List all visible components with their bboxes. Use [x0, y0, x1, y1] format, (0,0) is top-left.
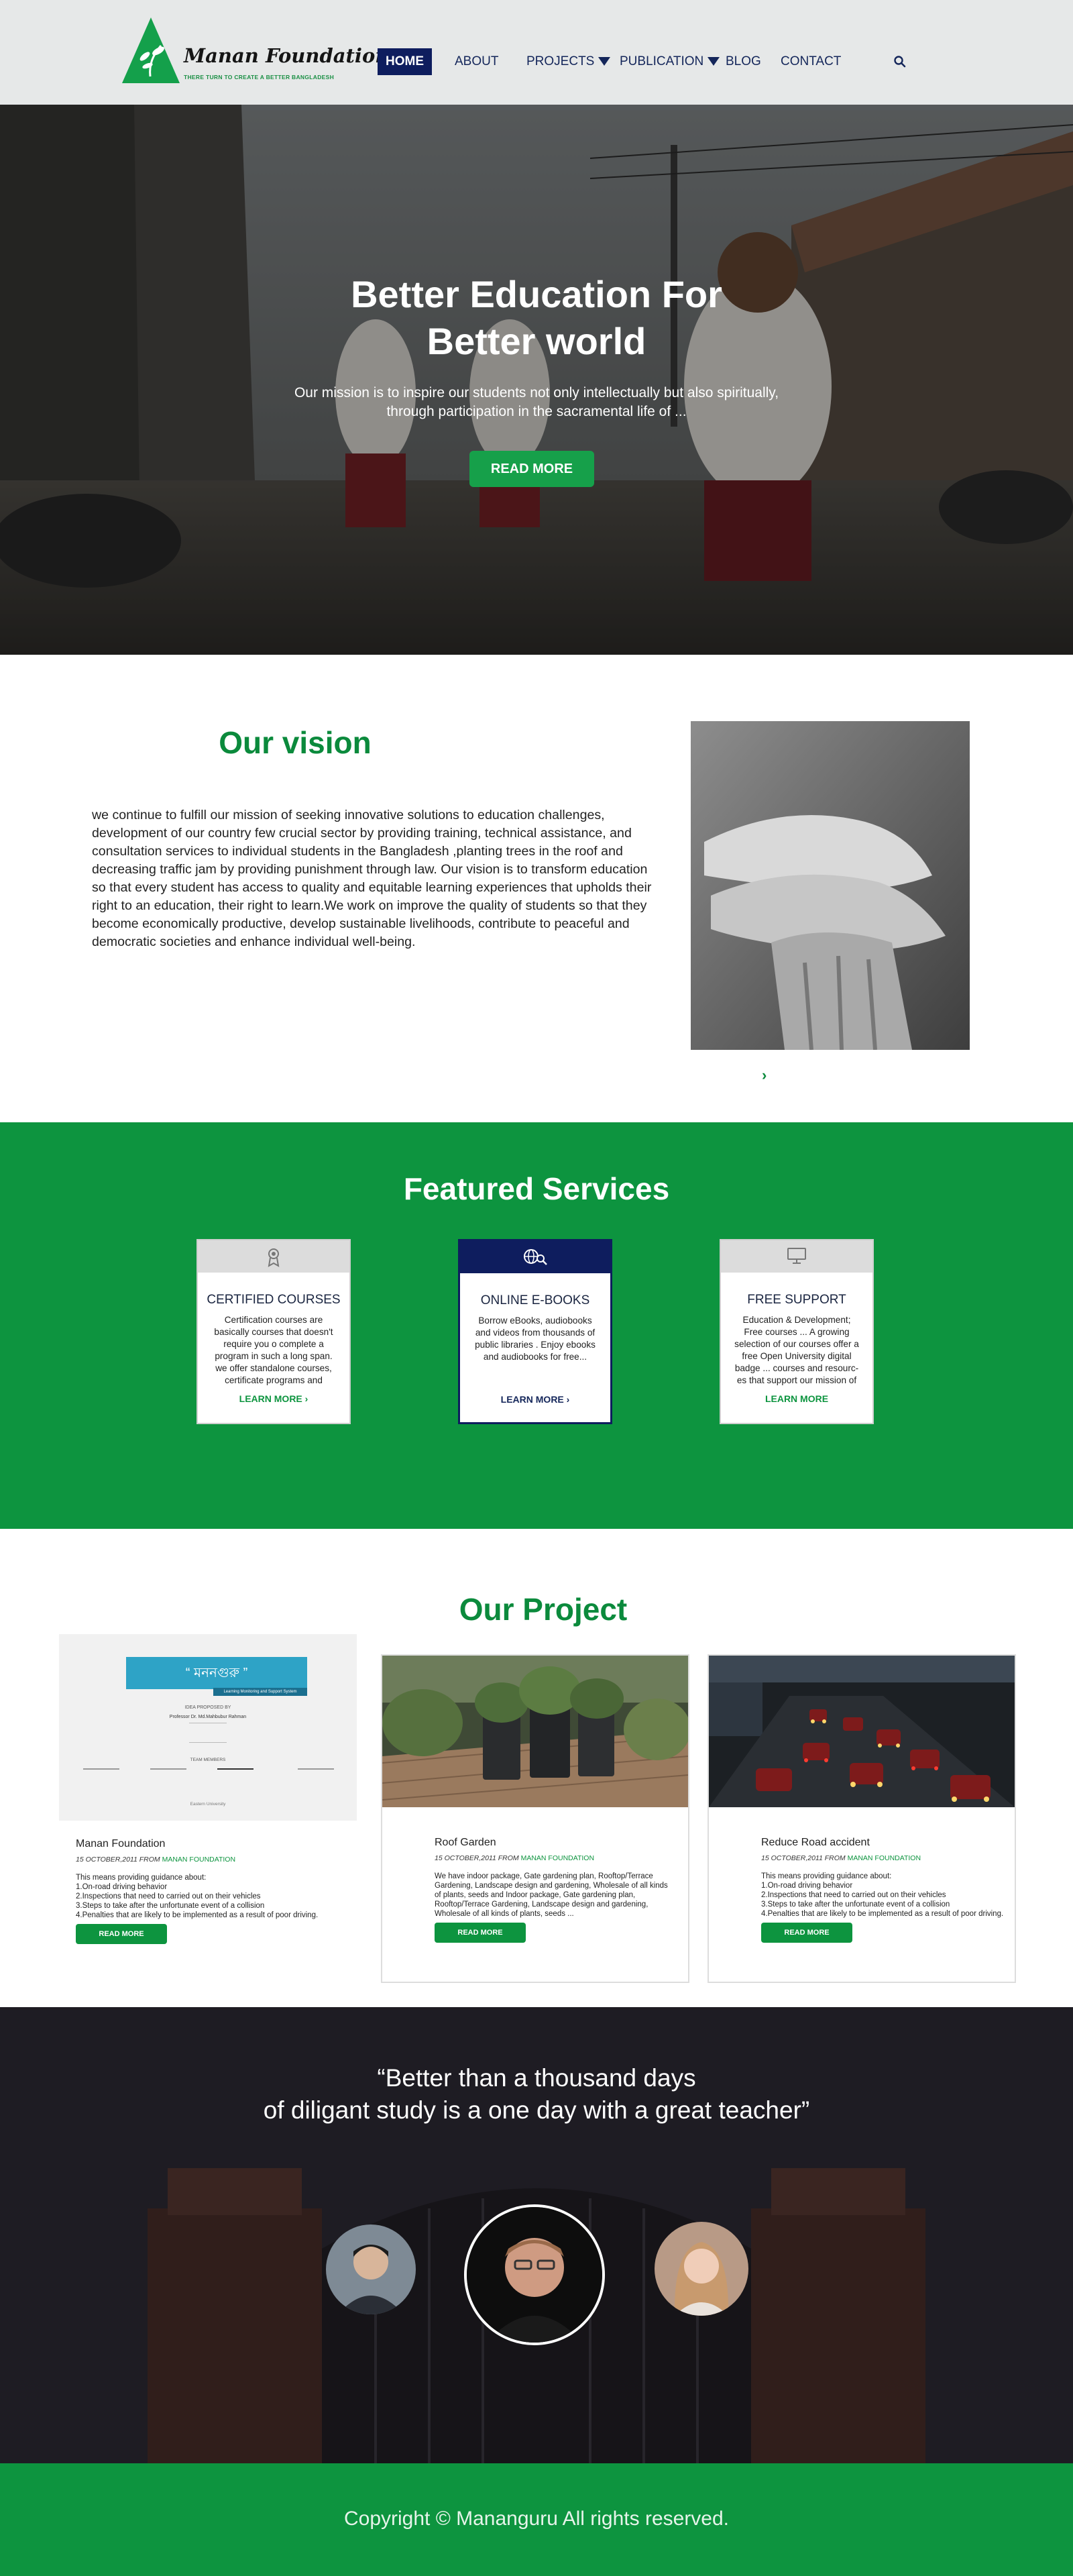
- caret-down-icon: [598, 57, 611, 66]
- search-icon[interactable]: [892, 54, 908, 70]
- chevron-right-icon: ›: [304, 1393, 308, 1404]
- quote-line2: of diligant study is a one day with a gr…: [263, 2096, 810, 2124]
- hero-background-image: [0, 105, 1073, 655]
- service-card-header: [460, 1241, 610, 1273]
- learn-more-label: LEARN MORE: [500, 1394, 564, 1405]
- project-org-link[interactable]: MANAN FOUNDATION: [848, 1854, 921, 1862]
- service-card-title: ONLINE E-BOOKS: [480, 1293, 590, 1307]
- document-member: [217, 1768, 253, 1788]
- logo-tagline: THERE TURN TO CREATE A BETTER BANGLADESH: [184, 74, 335, 80]
- document-divider: [189, 1723, 227, 1743]
- services-title: Featured Services: [403, 1171, 670, 1206]
- project-card-roof-garden: Roof Garden 15 OCTOBER,2011 FROM MANAN F…: [381, 1654, 689, 1983]
- project-description: This means providing guidance about: 1.O…: [761, 1872, 1004, 1918]
- hero-section: Better Education For Better world Our mi…: [0, 105, 1073, 655]
- hero-title-line2: Better world: [427, 320, 646, 362]
- document-banner: “ মননগুরু ”: [126, 1657, 307, 1689]
- document-member: [298, 1768, 334, 1788]
- service-card-ebooks: ONLINE E-BOOKS Borrow eBooks, audiobooks…: [458, 1239, 612, 1424]
- featured-services-section: Featured Services CERTIFIED COURSES Cert…: [0, 1122, 1073, 1529]
- document-member: [83, 1768, 119, 1788]
- avatar-right[interactable]: [655, 2222, 748, 2316]
- quote-line1: “Better than a thousand days: [377, 2064, 696, 2092]
- learn-more-link[interactable]: LEARN MORE ›: [460, 1394, 610, 1405]
- document-member: [150, 1768, 186, 1788]
- site-footer: Copyright © Mananguru All rights reserve…: [0, 2463, 1073, 2576]
- globe-search-icon: [524, 1249, 547, 1265]
- learn-more-label: LEARN MORE: [765, 1393, 829, 1404]
- project-traffic-image: [709, 1656, 1015, 1807]
- service-card-title: FREE SUPPORT: [747, 1293, 846, 1307]
- project-org-link[interactable]: MANAN FOUNDATION: [521, 1854, 594, 1862]
- quote-text: “Better than a thousand days of diligant…: [0, 2062, 1073, 2127]
- project-card-road-accident: Reduce Road accident 15 OCTOBER,2011 FRO…: [708, 1654, 1016, 1983]
- document-professor: Professor Dr. Md.Mahbubur Rahman: [169, 1715, 247, 1719]
- document-members: TEAM MEMBERS: [190, 1758, 226, 1762]
- project-meta: 15 OCTOBER,2011 FROM MANAN FOUNDATION: [761, 1854, 921, 1862]
- service-card-text: Borrow eBooks, audiobooks and videos fro…: [475, 1316, 596, 1362]
- project-card-manan: “ মননগুরু ” Learning Monitoring and Supp…: [59, 1634, 357, 1944]
- project-name: Reduce Road accident: [761, 1837, 870, 1848]
- avatar-left[interactable]: [326, 2224, 416, 2314]
- nav-publication[interactable]: PUBLICATION: [620, 48, 720, 75]
- document-proposed: IDEA PROPOSED BY: [184, 1705, 231, 1710]
- nav-projects-label: PROJECTS: [526, 54, 595, 68]
- monitor-icon: [787, 1248, 806, 1264]
- service-card-support: FREE SUPPORT Education & Development; Fr…: [720, 1239, 874, 1424]
- document-ribbon: Learning Monitoring and Support System: [213, 1688, 307, 1696]
- certificate-icon: [268, 1248, 280, 1267]
- avatar-center[interactable]: [464, 2204, 605, 2345]
- logo-leaf-icon: [122, 17, 180, 83]
- project-document-image: “ মননগুরু ” Learning Monitoring and Supp…: [59, 1634, 357, 1821]
- projects-title: Our Project: [459, 1592, 628, 1627]
- service-card-certified: CERTIFIED COURSES Certification courses …: [196, 1239, 351, 1424]
- project-description: We have indoor package, Gate gardening p…: [435, 1872, 668, 1918]
- learn-more-label: LEARN MORE: [239, 1393, 302, 1404]
- logo-name: Manan Foundation: [184, 44, 390, 67]
- footer-copyright: Copyright © Mananguru All rights reserve…: [343, 2508, 730, 2530]
- service-card-text: Education & Development; Free courses ..…: [734, 1315, 859, 1385]
- project-date: 15 OCTOBER,2011 FROM: [435, 1854, 519, 1862]
- hero-read-more-button[interactable]: READ MORE: [469, 451, 594, 487]
- project-garden-image: [382, 1656, 688, 1807]
- vision-text: we continue to fulfill our mission of se…: [92, 808, 652, 949]
- service-card-header: [721, 1240, 872, 1273]
- chevron-right-icon: ›: [566, 1394, 570, 1405]
- nav-projects[interactable]: PROJECTS: [526, 48, 611, 75]
- learn-more-link[interactable]: LEARN MORE ›: [198, 1393, 349, 1404]
- nav-blog[interactable]: BLOG: [726, 48, 761, 75]
- project-read-more-button[interactable]: READ MORE: [76, 1924, 167, 1944]
- hero-subtitle-line2: through participation in the sacramental…: [386, 404, 687, 419]
- caret-down-icon: [708, 57, 720, 66]
- site-header: Manan Foundation THERE TURN TO CREATE A …: [0, 0, 1073, 105]
- project-date: 15 OCTOBER,2011 FROM: [76, 1856, 160, 1864]
- site-logo[interactable]: Manan Foundation THERE TURN TO CREATE A …: [122, 17, 389, 85]
- project-name: Manan Foundation: [76, 1838, 166, 1849]
- project-read-more-button[interactable]: READ MORE: [761, 1923, 852, 1943]
- project-name: Roof Garden: [435, 1837, 496, 1848]
- project-meta: 15 OCTOBER,2011 FROM MANAN FOUNDATION: [435, 1854, 594, 1862]
- hero-subtitle-line1: Our mission is to inspire our students n…: [294, 385, 779, 400]
- project-meta: 15 OCTOBER,2011 FROM MANAN FOUNDATION: [76, 1856, 235, 1864]
- chevron-right-icon[interactable]: ›: [762, 1067, 773, 1083]
- project-read-more-button[interactable]: READ MORE: [435, 1923, 526, 1943]
- nav-publication-label: PUBLICATION: [620, 54, 704, 68]
- nav-about[interactable]: ABOUT: [455, 48, 498, 75]
- learn-more-link[interactable]: LEARN MORE: [721, 1393, 872, 1404]
- project-date: 15 OCTOBER,2011 FROM: [761, 1854, 846, 1862]
- quote-section: “Better than a thousand days of diligant…: [0, 2007, 1073, 2463]
- project-org-link[interactable]: MANAN FOUNDATION: [162, 1856, 235, 1864]
- hero-subtitle: Our mission is to inspire our students n…: [268, 384, 805, 421]
- service-card-text: Certification courses are basically cour…: [214, 1315, 333, 1385]
- service-card-header: [198, 1240, 349, 1273]
- document-university: Eastern University: [190, 1802, 226, 1807]
- hero-title: Better Education For Better world: [0, 271, 1073, 365]
- service-card-title: CERTIFIED COURSES: [207, 1293, 341, 1307]
- vision-hands-image: [691, 721, 970, 1050]
- project-description: This means providing guidance about: 1.O…: [76, 1874, 319, 1919]
- nav-home[interactable]: HOME: [378, 48, 432, 75]
- nav-contact[interactable]: CONTACT: [781, 48, 841, 75]
- vision-title: Our vision: [219, 725, 372, 760]
- hero-title-line1: Better Education For: [351, 273, 722, 315]
